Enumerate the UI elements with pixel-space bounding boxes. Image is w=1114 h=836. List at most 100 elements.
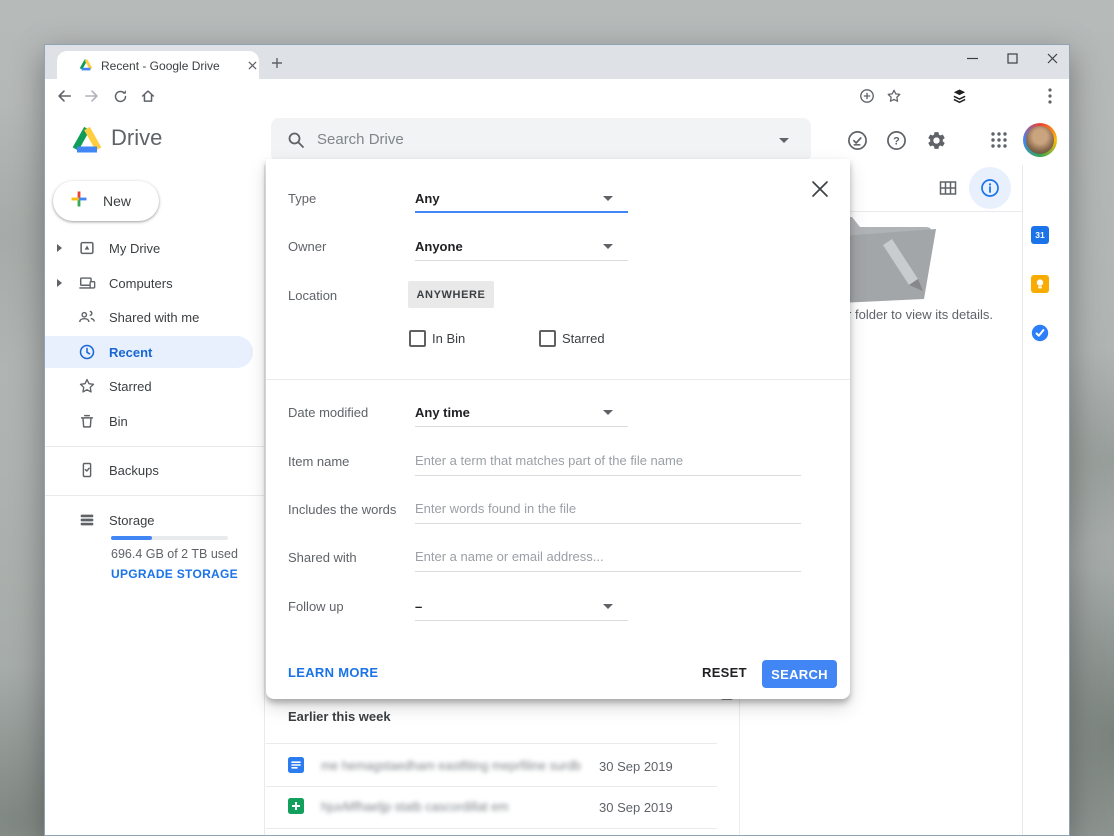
learn-more-link[interactable]: LEARN MORE xyxy=(288,665,378,680)
location-anywhere-chip[interactable]: ANYWHERE xyxy=(408,281,494,308)
file-name-redacted: hjuvMfhaeljp statb cascordillat em xyxy=(321,800,509,814)
search-button[interactable]: SEARCH xyxy=(762,660,837,688)
keep-app-icon[interactable] xyxy=(1031,275,1049,293)
reload-icon[interactable] xyxy=(109,86,131,106)
owner-label: Owner xyxy=(288,239,326,254)
close-panel-icon[interactable] xyxy=(811,180,829,198)
storage-used-text: 696.4 GB of 2 TB used xyxy=(111,547,238,561)
computers-icon xyxy=(78,274,96,292)
type-caret-icon[interactable] xyxy=(603,196,613,201)
shared-with-me-icon xyxy=(78,308,96,326)
follow-up-label: Follow up xyxy=(288,599,344,614)
tab-close-icon[interactable] xyxy=(245,58,259,72)
forward-icon[interactable] xyxy=(81,86,103,106)
starred-icon xyxy=(78,377,96,395)
google-apps-grid-icon[interactable] xyxy=(987,128,1011,152)
in-bin-checkbox[interactable] xyxy=(409,330,426,347)
item-name-underline xyxy=(415,475,801,476)
item-name-label: Item name xyxy=(288,454,349,469)
backups-icon xyxy=(78,461,96,479)
tasks-app-icon[interactable] xyxy=(1031,324,1049,342)
sidebar-item-label: Bin xyxy=(109,414,128,429)
reset-button[interactable]: RESET xyxy=(702,665,747,680)
upgrade-storage-link[interactable]: UPGRADE STORAGE xyxy=(111,567,238,581)
follow-up-caret-icon[interactable] xyxy=(603,604,613,609)
follow-up-underline xyxy=(415,620,628,621)
tab-strip: Recent - Google Drive xyxy=(45,45,1069,79)
browser-toolbar: drive.google.com/drive/u/0/recent xyxy=(45,79,1069,114)
google-doc-icon xyxy=(288,757,304,773)
sidebar: New My Drive Computers Shared with me xyxy=(45,165,265,836)
send-to-device-icon[interactable] xyxy=(857,86,877,106)
grid-view-icon[interactable] xyxy=(938,178,958,203)
starred-checkbox[interactable] xyxy=(539,330,556,347)
sidebar-item-label: Computers xyxy=(109,276,173,291)
follow-up-value[interactable]: – xyxy=(415,599,422,614)
advanced-search-panel: Type Any Owner Anyone Location ANYWHERE … xyxy=(266,159,850,699)
search-options-caret-icon[interactable] xyxy=(779,138,789,143)
sidebar-item-label: Storage xyxy=(109,513,155,528)
type-label: Type xyxy=(288,191,316,206)
starred-checkbox-label: Starred xyxy=(562,331,605,346)
sidebar-item-starred[interactable]: Starred xyxy=(45,370,253,402)
new-button[interactable]: New xyxy=(53,181,159,221)
svg-text:?: ? xyxy=(893,135,900,147)
date-modified-caret-icon[interactable] xyxy=(603,410,613,415)
storage-progress-fill xyxy=(111,536,152,540)
includes-words-input[interactable] xyxy=(415,499,801,517)
list-divider xyxy=(266,743,717,744)
sidebar-item-label: Starred xyxy=(109,379,152,394)
offline-status-icon[interactable] xyxy=(845,128,869,152)
avatar-photo xyxy=(1026,126,1054,154)
sidebar-item-shared-with-me[interactable]: Shared with me xyxy=(45,301,253,333)
item-name-input[interactable] xyxy=(415,451,801,469)
expand-caret-icon[interactable] xyxy=(57,244,62,252)
owner-select-value[interactable]: Anyone xyxy=(415,239,463,254)
list-divider xyxy=(266,786,717,787)
shared-underline xyxy=(415,571,801,572)
window-close-button[interactable] xyxy=(1035,45,1069,71)
calendar-app-icon[interactable]: 31 xyxy=(1031,226,1049,244)
google-sheet-icon xyxy=(288,798,304,814)
list-divider xyxy=(266,828,717,829)
help-icon[interactable]: ? xyxy=(884,128,908,152)
back-icon[interactable] xyxy=(53,86,75,106)
type-select-value[interactable]: Any xyxy=(415,191,440,206)
drive-favicon xyxy=(79,58,93,76)
browser-menu-icon[interactable] xyxy=(1041,85,1059,107)
sidebar-item-my-drive[interactable]: My Drive xyxy=(45,232,253,264)
account-avatar[interactable] xyxy=(1023,123,1057,157)
shared-with-input[interactable] xyxy=(415,547,801,565)
layers-extension-icon[interactable] xyxy=(950,85,968,107)
drive-logo-text: Drive xyxy=(111,125,162,151)
sidebar-item-label: Backups xyxy=(109,463,159,478)
sidebar-item-storage[interactable]: Storage xyxy=(45,504,253,536)
file-date: 30 Sep 2019 xyxy=(599,800,673,815)
sidebar-item-backups[interactable]: Backups xyxy=(45,454,253,486)
search-icon[interactable] xyxy=(287,131,305,154)
settings-gear-icon[interactable] xyxy=(924,128,948,152)
sidebar-item-computers[interactable]: Computers xyxy=(45,267,253,299)
expand-caret-icon[interactable] xyxy=(57,279,62,287)
drive-search-bar[interactable]: Search Drive xyxy=(271,118,811,162)
new-tab-button[interactable] xyxy=(269,55,285,71)
window-minimize-button[interactable] xyxy=(955,45,989,71)
sidebar-divider xyxy=(45,446,265,447)
home-icon[interactable] xyxy=(137,86,159,106)
details-info-button[interactable] xyxy=(969,167,1011,209)
date-modified-value[interactable]: Any time xyxy=(415,405,470,420)
browser-tab[interactable]: Recent - Google Drive xyxy=(57,51,259,79)
drive-logo[interactable] xyxy=(71,125,103,158)
sidebar-item-bin[interactable]: Bin xyxy=(45,405,253,437)
tab-title: Recent - Google Drive xyxy=(101,59,220,73)
shared-with-label: Shared with xyxy=(288,550,357,565)
recent-clock-icon xyxy=(78,343,96,361)
search-placeholder: Search Drive xyxy=(317,131,404,148)
owner-caret-icon[interactable] xyxy=(603,244,613,249)
sidebar-item-label: Shared with me xyxy=(109,310,199,325)
location-label: Location xyxy=(288,288,337,303)
sidebar-item-recent[interactable]: Recent xyxy=(45,336,253,368)
panel-divider xyxy=(266,379,850,380)
bookmark-star-icon[interactable] xyxy=(884,86,904,106)
window-maximize-button[interactable] xyxy=(995,45,1029,71)
